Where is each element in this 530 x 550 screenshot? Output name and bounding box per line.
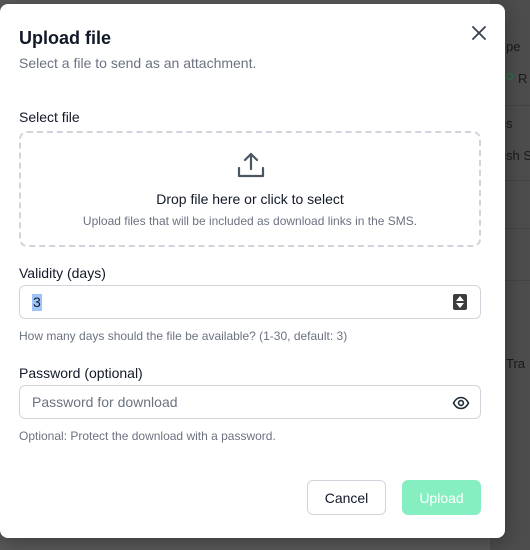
password-placeholder: Password for download [32, 394, 178, 410]
select-file-label: Select file [19, 109, 80, 125]
file-dropzone[interactable]: Drop file here or click to select Upload… [19, 131, 481, 247]
password-help: Optional: Protect the download with a pa… [19, 429, 276, 443]
validity-input[interactable]: 3 [19, 285, 481, 319]
upload-icon [237, 152, 265, 178]
password-label: Password (optional) [19, 365, 143, 381]
background-header-text: s [506, 116, 513, 131]
background-header-text: pe [506, 39, 521, 54]
upload-file-dialog: Upload file Select a file to send as an … [0, 4, 505, 538]
dialog-subtitle: Select a file to send as an attachment. [19, 55, 257, 71]
cancel-button[interactable]: Cancel [307, 480, 386, 515]
background-cell-text: sh S [506, 148, 530, 163]
number-spinner[interactable] [453, 294, 467, 310]
background-cell-text: Tra [506, 356, 526, 371]
close-icon [472, 26, 486, 40]
validity-value: 3 [32, 294, 42, 311]
dropzone-title: Drop file here or click to select [156, 191, 344, 207]
close-button[interactable] [469, 23, 489, 43]
background-cell-text: R [518, 71, 528, 86]
spinner-down-icon[interactable] [456, 303, 464, 308]
dropzone-description: Upload files that will be included as do… [82, 214, 418, 228]
upload-button[interactable]: Upload [402, 480, 481, 515]
validity-label: Validity (days) [19, 265, 106, 281]
spinner-up-icon[interactable] [456, 296, 464, 301]
eye-icon[interactable] [452, 394, 470, 412]
password-input[interactable]: Password for download [19, 385, 481, 419]
validity-help: How many days should the file be availab… [19, 329, 348, 343]
status-dot [506, 73, 513, 80]
dialog-title: Upload file [19, 28, 112, 48]
